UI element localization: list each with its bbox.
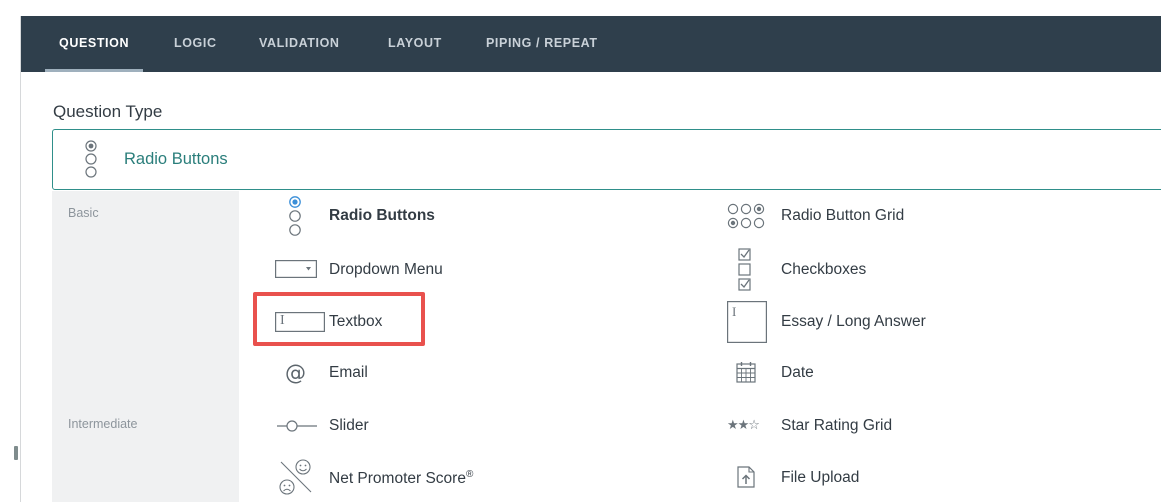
category-intermediate: Intermediate — [68, 417, 138, 431]
category-sidebar: Basic Intermediate — [52, 191, 239, 502]
email-icon: @ — [285, 361, 306, 385]
question-editor: QUESTION LOGIC VALIDATION LAYOUT PIPING … — [20, 16, 1161, 502]
slider-label: Slider — [329, 417, 369, 434]
question-type-email[interactable]: @ Email — [277, 357, 577, 397]
left-edge-marker — [14, 446, 18, 460]
question-type-date[interactable]: Date — [727, 357, 1027, 397]
tab-piping-repeat[interactable]: PIPING / REPEAT — [486, 16, 598, 72]
radio-button-grid-label: Radio Button Grid — [781, 207, 905, 224]
category-basic: Basic — [68, 206, 99, 220]
tab-validation[interactable]: VALIDATION — [259, 16, 340, 72]
nps-label: Net Promoter Score® — [329, 469, 473, 488]
question-type-radio-buttons[interactable]: Radio Buttons — [277, 193, 577, 236]
question-type-checkboxes[interactable]: Checkboxes — [727, 248, 1027, 291]
file-upload-icon — [737, 466, 755, 493]
dropdown-icon — [275, 260, 317, 283]
file-upload-label: File Upload — [781, 469, 860, 486]
tab-logic[interactable]: LOGIC — [174, 16, 217, 72]
question-type-net-promoter-score[interactable]: Net Promoter Score® — [277, 459, 577, 502]
tab-layout[interactable]: LAYOUT — [388, 16, 442, 72]
question-type-file-upload[interactable]: File Upload — [727, 462, 1027, 502]
registered-mark: ® — [465, 469, 474, 480]
email-label: Email — [329, 364, 368, 381]
radio-buttons-icon — [83, 139, 99, 188]
question-type-selected: Radio Buttons — [124, 150, 228, 168]
date-label: Date — [781, 364, 814, 381]
checkboxes-label: Checkboxes — [781, 261, 867, 278]
nps-label-text: Net Promoter Score — [329, 470, 466, 488]
star-rating-grid-label: Star Rating Grid — [781, 417, 893, 434]
question-type-label: Question Type — [53, 102, 163, 121]
star-rating-icon: ★★☆ — [727, 418, 760, 433]
question-type-radio-button-grid[interactable]: Radio Button Grid — [727, 202, 1027, 242]
calendar-icon — [736, 361, 756, 388]
dropdown-menu-label: Dropdown Menu — [329, 261, 443, 278]
question-type-dropdown-menu[interactable]: Dropdown Menu — [275, 254, 577, 294]
textbox-cursor-glyph: I — [280, 313, 285, 328]
checkboxes-icon — [738, 248, 752, 297]
question-type-select[interactable]: Radio Buttons — [52, 129, 1161, 190]
question-type-star-rating-grid[interactable]: ★★☆ Star Rating Grid — [727, 410, 1027, 450]
tab-question[interactable]: QUESTION — [44, 16, 144, 72]
nps-faces-icon — [275, 456, 317, 502]
slider-icon — [277, 418, 317, 439]
radio-grid-icon — [727, 202, 771, 237]
radio-buttons-label: Radio Buttons — [329, 207, 435, 224]
radio-buttons-icon — [287, 195, 303, 246]
question-type-textbox[interactable]: I Textbox — [275, 306, 577, 346]
essay-cursor-glyph: I — [732, 304, 737, 319]
textbox-label: Textbox — [329, 313, 383, 330]
question-type-slider[interactable]: Slider — [277, 410, 577, 450]
editor-tab-bar: QUESTION LOGIC VALIDATION LAYOUT PIPING … — [21, 16, 1161, 72]
essay-label: Essay / Long Answer — [781, 313, 926, 330]
question-type-essay-long-answer[interactable]: I Essay / Long Answer — [727, 301, 1027, 343]
